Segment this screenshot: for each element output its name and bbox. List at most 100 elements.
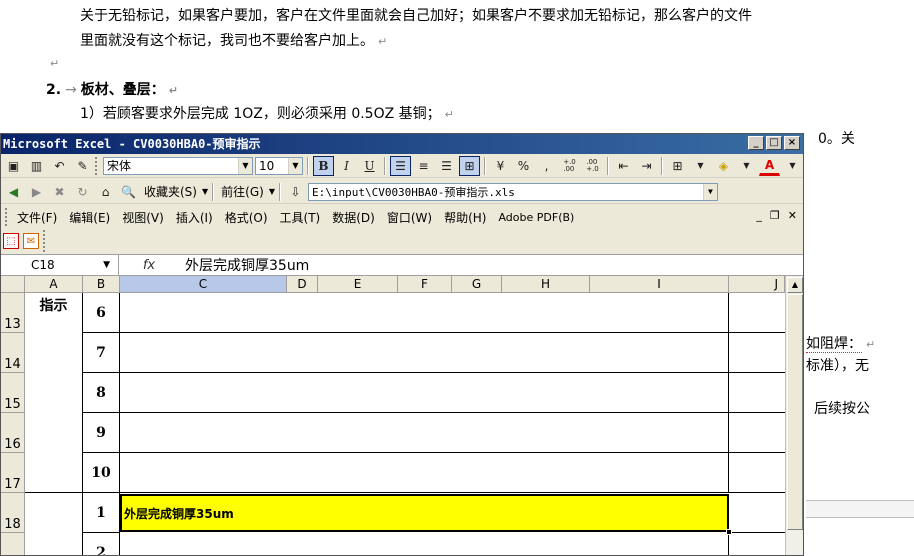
toolbar-grip[interactable] xyxy=(95,156,99,175)
fill-handle[interactable] xyxy=(726,529,732,535)
name-box[interactable]: C18 ▼ xyxy=(1,255,119,275)
home-icon[interactable]: ⌂ xyxy=(95,182,116,202)
row-header-15[interactable]: 15 xyxy=(1,373,25,413)
cell-a13-label[interactable]: 指示 xyxy=(25,293,83,493)
column-header-d[interactable]: D xyxy=(287,276,318,293)
cell-j18[interactable] xyxy=(729,493,785,533)
menu-edit[interactable]: 编辑(E) xyxy=(63,209,116,226)
underline-button[interactable]: U xyxy=(359,156,380,176)
picture-icon[interactable]: ▣ xyxy=(3,156,24,176)
drawing-icon[interactable]: ✎ xyxy=(72,156,93,176)
favorites-menu[interactable]: 收藏夹(S) xyxy=(141,183,200,200)
column-header-e[interactable]: E xyxy=(318,276,398,293)
doc-close-icon[interactable]: ✕ xyxy=(788,209,797,222)
chevron-down-icon[interactable]: ▼ xyxy=(736,156,757,176)
cell-j13[interactable] xyxy=(729,293,785,333)
column-header-j[interactable]: J xyxy=(729,276,785,293)
close-button[interactable]: × xyxy=(784,136,800,150)
menu-help[interactable]: 帮助(H) xyxy=(438,209,492,226)
italic-button[interactable]: I xyxy=(336,156,357,176)
cell-b15[interactable]: 8 xyxy=(83,373,120,413)
fill-color-icon[interactable]: ◈ xyxy=(713,156,734,176)
menu-file[interactable]: 文件(F) xyxy=(11,209,63,226)
stop-icon[interactable]: ✖ xyxy=(49,182,70,202)
menu-window[interactable]: 窗口(W) xyxy=(381,209,438,226)
cell-c15[interactable] xyxy=(120,373,729,413)
scroll-up-icon[interactable]: ▲ xyxy=(787,277,803,293)
row-header-19[interactable] xyxy=(1,533,25,555)
menu-data[interactable]: 数据(D) xyxy=(326,209,381,226)
go-menu[interactable]: 前往(G) xyxy=(218,183,267,200)
cell-j15[interactable] xyxy=(729,373,785,413)
back-icon[interactable]: ◀ xyxy=(3,182,24,202)
comma-button[interactable]: , xyxy=(536,156,557,176)
menu-tools[interactable]: 工具(T) xyxy=(274,209,327,226)
menu-view[interactable]: 视图(V) xyxy=(116,209,170,226)
toolbar-grip[interactable] xyxy=(43,230,47,252)
chevron-down-icon[interactable]: ▼ xyxy=(782,156,803,176)
font-size-select[interactable]: 10 ▼ xyxy=(255,156,303,175)
minimize-button[interactable]: _ xyxy=(748,136,764,150)
row-header-14[interactable]: 14 xyxy=(1,333,25,373)
undo-icon[interactable]: ↶ xyxy=(49,156,70,176)
column-header-c[interactable]: C xyxy=(120,276,287,293)
columns-icon[interactable]: ▥ xyxy=(26,156,47,176)
bold-button[interactable]: B xyxy=(313,155,334,176)
forward-icon[interactable]: ▶ xyxy=(26,182,47,202)
menu-format[interactable]: 格式(O) xyxy=(219,209,274,226)
doc-minimize-icon[interactable]: _ xyxy=(756,209,762,222)
maximize-button[interactable]: □ xyxy=(766,136,782,150)
menu-adobe-pdf[interactable]: Adobe PDF(B) xyxy=(492,211,580,224)
align-center-icon[interactable]: ≡ xyxy=(413,156,434,176)
cell-b14[interactable]: 7 xyxy=(83,333,120,373)
toolbar-grip[interactable] xyxy=(5,208,9,226)
cell-c19[interactable] xyxy=(120,533,729,555)
cell-c13[interactable] xyxy=(120,293,729,333)
menu-insert[interactable]: 插入(I) xyxy=(170,209,219,226)
address-field[interactable]: E:\input\CV0030HBA0-预审指示.xls ▼ xyxy=(307,182,718,201)
doc-restore-icon[interactable]: ❐ xyxy=(770,209,780,222)
row-header-16[interactable]: 16 xyxy=(1,413,25,453)
column-header-i[interactable]: I xyxy=(590,276,729,293)
increase-indent-icon[interactable]: ⇥ xyxy=(636,156,657,176)
cell-b17[interactable]: 10 xyxy=(83,453,120,493)
cell-j17[interactable] xyxy=(729,453,785,493)
cell-b18[interactable]: 1 xyxy=(83,493,120,533)
cell-j19[interactable] xyxy=(729,533,785,555)
vertical-scrollbar[interactable]: ▲ xyxy=(785,276,803,555)
font-name-select[interactable]: 宋体 ▼ xyxy=(103,156,253,175)
cell-c17[interactable] xyxy=(120,453,729,493)
decrease-decimal-button[interactable]: .00 +.0 xyxy=(582,156,603,176)
column-header-g[interactable]: G xyxy=(452,276,502,293)
row-header-18[interactable]: 18 xyxy=(1,493,25,533)
column-header-a[interactable]: A xyxy=(25,276,83,293)
row-header-17[interactable]: 17 xyxy=(1,453,25,493)
column-header-b[interactable]: B xyxy=(83,276,120,293)
formula-input[interactable]: 外层完成铜厚35um xyxy=(179,255,309,275)
font-color-icon[interactable]: A xyxy=(759,156,780,176)
cell-a18[interactable] xyxy=(25,493,83,555)
percent-button[interactable]: % xyxy=(513,156,534,176)
select-all-corner[interactable] xyxy=(1,276,25,293)
column-header-h[interactable]: H xyxy=(502,276,590,293)
decrease-indent-icon[interactable]: ⇤ xyxy=(613,156,634,176)
chevron-down-icon[interactable]: ▼ xyxy=(690,156,711,176)
search-icon[interactable]: 🔍 xyxy=(118,182,139,202)
cell-c16[interactable] xyxy=(120,413,729,453)
scroll-thumb[interactable] xyxy=(787,294,803,530)
cell-b16[interactable]: 9 xyxy=(83,413,120,453)
convert-to-pdf-icon[interactable]: ⬚ xyxy=(3,233,19,249)
cell-b19[interactable]: 2 xyxy=(83,533,120,555)
align-right-icon[interactable]: ☰ xyxy=(436,156,457,176)
increase-decimal-button[interactable]: +.0 .00 xyxy=(559,156,580,176)
align-left-icon[interactable]: ☰ xyxy=(390,155,411,176)
show-web-toolbar-icon[interactable]: ⇩ xyxy=(285,182,306,202)
cell-j16[interactable] xyxy=(729,413,785,453)
cell-c18-selected[interactable]: 外层完成铜厚35um xyxy=(120,494,729,532)
currency-icon[interactable]: ¥ xyxy=(490,156,511,176)
merge-center-icon[interactable]: ⊞ xyxy=(459,155,480,176)
cell-c14[interactable] xyxy=(120,333,729,373)
cell-b13[interactable]: 6 xyxy=(83,293,120,333)
convert-and-email-icon[interactable]: ✉ xyxy=(23,233,39,249)
cell-j14[interactable] xyxy=(729,333,785,373)
